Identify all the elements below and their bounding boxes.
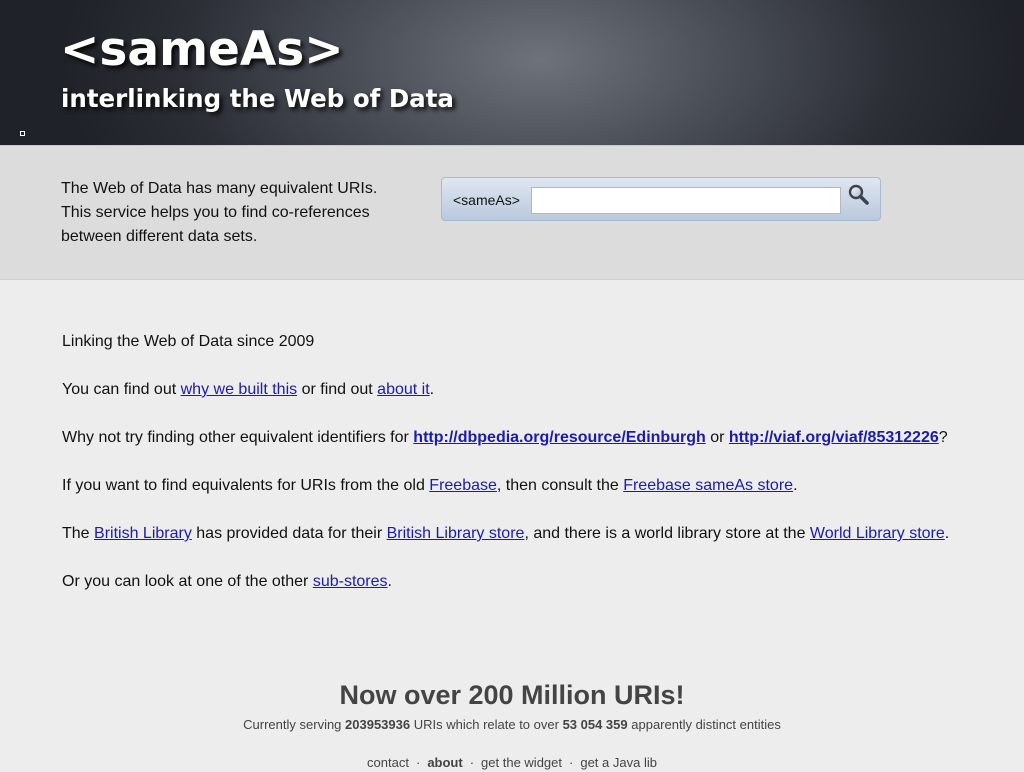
intro-band: The Web of Data has many equivalent URIs… xyxy=(0,145,1024,280)
substores-text: Or you can look at one of the other sub-… xyxy=(62,573,392,590)
footer-nav: contact · about · get the widget · get a Java … xyxy=(0,754,1024,772)
intro-text: The Web of Data has many equivalent URIs… xyxy=(61,177,421,249)
small-square-icon xyxy=(20,131,25,136)
entity-count: 53 054 359 xyxy=(562,717,628,732)
since-text: Linking the Web of Data since 2009 xyxy=(62,333,315,350)
intro-line: This service helps you to find co-refere… xyxy=(61,204,370,221)
search-form: <sameAs> xyxy=(441,177,881,221)
british-library-link[interactable]: British Library xyxy=(94,525,192,542)
search-button[interactable] xyxy=(846,182,872,208)
sub-stores-link[interactable]: sub-stores xyxy=(313,573,388,590)
footer-stats: Currently serving 203953936 URIs which r… xyxy=(243,717,781,732)
intro-line: The Web of Data has many equivalent URIs… xyxy=(61,180,378,197)
freebase-text: If you want to find equivalents for URIs… xyxy=(62,477,798,494)
site-logo-title[interactable]: <sameAs> xyxy=(60,22,344,78)
world-library-store-link[interactable]: World Library store xyxy=(810,525,945,542)
british-library-store-link[interactable]: British Library store xyxy=(387,525,525,542)
find-out-text: You can find out why we built this or fi… xyxy=(62,381,435,398)
dbpedia-edinburgh-link[interactable]: http://dbpedia.org/resource/Edinburgh xyxy=(413,429,705,446)
search-label: <sameAs> xyxy=(453,192,520,208)
uri-count: 203953936 xyxy=(345,717,411,732)
magnifier-icon xyxy=(848,184,869,205)
about-it-link[interactable]: about it xyxy=(377,381,429,398)
footer-headline: Now over 200 Million URIs! xyxy=(339,680,685,710)
why-we-built-this-link[interactable]: why we built this xyxy=(181,381,298,398)
site-header: <sameAs> interlinking the Web of Data xyxy=(0,0,1024,145)
search-input[interactable] xyxy=(531,187,841,214)
intro-line: between different data sets. xyxy=(61,228,258,245)
freebase-link[interactable]: Freebase xyxy=(429,477,497,494)
why-not-text: Why not try finding other equivalent ide… xyxy=(62,429,948,446)
freebase-sameas-store-link[interactable]: Freebase sameAs store xyxy=(623,477,793,494)
viaf-link[interactable]: http://viaf.org/viaf/85312226 xyxy=(729,429,939,446)
main-content: Linking the Web of Data since 2009 You c… xyxy=(62,330,982,618)
site-tagline: interlinking the Web of Data xyxy=(61,84,454,113)
british-library-text: The British Library has provided data fo… xyxy=(62,525,950,542)
